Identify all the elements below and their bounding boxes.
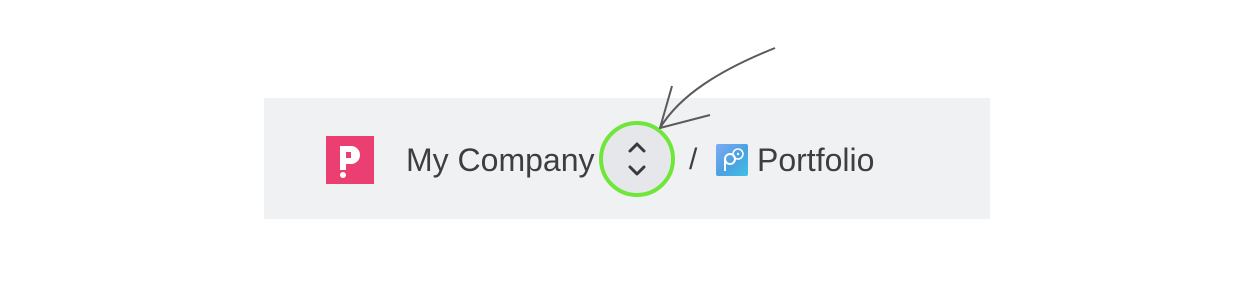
project-name[interactable]: Portfolio — [757, 140, 874, 180]
company-logo-icon[interactable] — [326, 136, 374, 184]
breadcrumb-separator: / — [689, 143, 698, 176]
chevron-up-down-icon — [628, 142, 646, 176]
company-name[interactable]: My Company — [406, 140, 595, 180]
portfolio-icon — [716, 144, 748, 176]
company-switcher-button[interactable] — [599, 121, 675, 197]
screenshot-stage: My Company / Portfolio — [0, 0, 1254, 308]
